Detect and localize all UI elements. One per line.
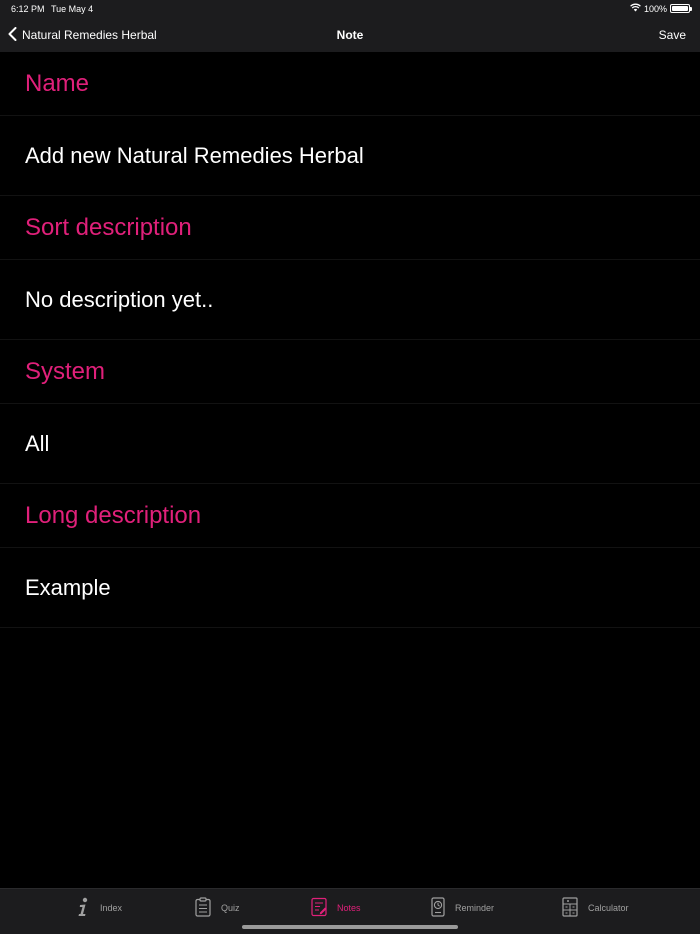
sort-description-field[interactable]: No description yet.. xyxy=(0,260,700,340)
navigation-bar: Natural Remedies Herbal Note Save xyxy=(0,18,700,52)
long-description-section-header: Long description xyxy=(0,484,700,548)
system-field[interactable]: All xyxy=(0,404,700,484)
wifi-icon xyxy=(630,3,641,14)
tab-calculator-label: Calculator xyxy=(588,903,629,913)
sort-description-label: Sort description xyxy=(25,213,192,241)
long-description-label: Long description xyxy=(25,501,202,529)
tab-calculator[interactable]: Calculator xyxy=(562,897,629,919)
name-value: Add new Natural Remedies Herbal xyxy=(25,142,364,168)
sort-description-section-header: Sort description xyxy=(0,196,700,260)
tab-index[interactable]: Index xyxy=(76,897,122,919)
battery-percent: 100% xyxy=(643,3,667,14)
name-section-header: Name xyxy=(0,52,700,116)
info-icon xyxy=(76,897,90,919)
tab-quiz[interactable]: Quiz xyxy=(195,897,240,919)
tab-index-label: Index xyxy=(100,903,123,913)
name-label: Name xyxy=(25,69,90,97)
tab-reminder-label: Reminder xyxy=(455,903,495,913)
notes-icon xyxy=(311,897,327,919)
clipboard-icon xyxy=(195,897,211,919)
long-description-field[interactable]: Example xyxy=(0,548,700,628)
page-title: Note xyxy=(336,28,364,42)
status-bar: 6:12 PM Tue May 4 100% xyxy=(0,0,700,18)
status-time: 6:12 PM xyxy=(11,4,45,14)
tab-notes[interactable]: Notes xyxy=(311,897,361,919)
system-value: All xyxy=(25,430,50,456)
battery-icon xyxy=(670,4,692,13)
save-button[interactable]: Save xyxy=(659,18,686,52)
name-field[interactable]: Add new Natural Remedies Herbal xyxy=(0,116,700,196)
sort-description-value: No description yet.. xyxy=(25,286,214,312)
system-label: System xyxy=(25,357,106,385)
home-indicator xyxy=(242,925,458,929)
tab-reminder[interactable]: Reminder xyxy=(431,897,494,919)
tab-bar: Index Quiz Notes Reminder Calculator xyxy=(0,888,700,934)
status-date: Tue May 4 xyxy=(51,4,94,14)
tab-quiz-label: Quiz xyxy=(221,903,240,913)
long-description-value: Example xyxy=(25,574,111,600)
tab-notes-label: Notes xyxy=(337,903,361,913)
calculator-icon xyxy=(562,897,578,919)
clock-icon xyxy=(431,897,445,919)
system-section-header: System xyxy=(0,340,700,404)
note-form: Name Add new Natural Remedies Herbal Sor… xyxy=(0,52,700,628)
status-right: 100% xyxy=(630,3,692,14)
